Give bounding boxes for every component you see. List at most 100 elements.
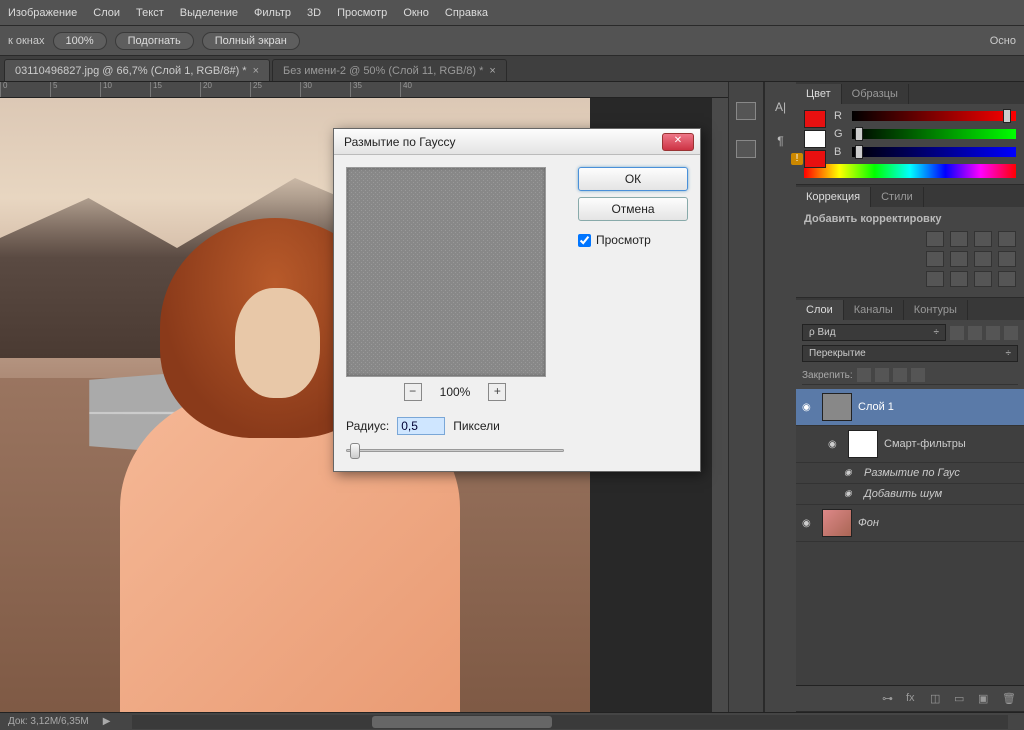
actions-panel-icon[interactable] — [736, 140, 756, 158]
balance-adjustment-icon[interactable] — [974, 251, 992, 267]
collapsed-panel-dock — [728, 82, 764, 712]
character-panel-icon[interactable]: A| — [772, 100, 790, 116]
menu-filter[interactable]: Фильтр — [254, 7, 291, 19]
preview-checkbox-row[interactable]: Просмотр — [578, 233, 688, 247]
menu-image[interactable]: Изображение — [8, 7, 77, 19]
lock-position-icon[interactable] — [893, 368, 907, 382]
layer-thumbnail[interactable] — [822, 393, 852, 421]
g-slider[interactable] — [852, 129, 1016, 139]
menu-3d[interactable]: 3D — [307, 7, 321, 19]
close-tab-icon[interactable]: × — [489, 65, 495, 77]
menu-select[interactable]: Выделение — [180, 7, 238, 19]
zoom-in-button[interactable]: + — [488, 383, 506, 401]
tab-styles[interactable]: Стили — [871, 187, 924, 207]
document-tab-inactive[interactable]: Без имени-2 @ 50% (Слой 11, RGB/8) * × — [272, 59, 507, 81]
radius-input[interactable] — [397, 417, 445, 435]
layer-filter-icon[interactable] — [1004, 326, 1018, 340]
photo-filter-adjustment-icon[interactable] — [926, 271, 944, 287]
zoom-level-button[interactable]: 100% — [53, 32, 107, 50]
smart-filter-item[interactable]: Добавить шум — [796, 484, 1024, 505]
menu-view[interactable]: Просмотр — [337, 7, 387, 19]
layers-footer: ⊶ fx ◫ ▭ ▣ 🗑 — [796, 685, 1024, 711]
options-windows-label: к окнах — [8, 35, 45, 47]
options-bar: к окнах 100% Подогнать Полный экран Осно — [0, 26, 1024, 56]
brightness-adjustment-icon[interactable] — [926, 231, 944, 247]
status-arrow-icon[interactable]: ▶ — [103, 716, 111, 727]
blend-mode-dropdown[interactable]: Перекрытие÷ — [802, 345, 1018, 362]
close-tab-icon[interactable]: × — [253, 65, 259, 77]
lookup-adjustment-icon[interactable] — [974, 271, 992, 287]
layer-filter-icon[interactable] — [950, 326, 964, 340]
visibility-toggle-icon[interactable] — [828, 438, 842, 450]
bw-adjustment-icon[interactable] — [998, 251, 1016, 267]
layer-style-icon[interactable]: fx — [906, 692, 922, 706]
layer-item[interactable]: Слой 1 — [796, 389, 1024, 426]
color-spectrum-bar[interactable] — [804, 164, 1016, 178]
exposure-adjustment-icon[interactable] — [998, 231, 1016, 247]
document-tab-active[interactable]: 03110496827.jpg @ 66,7% (Слой 1, RGB/8#)… — [4, 59, 270, 81]
menu-text[interactable]: Текст — [136, 7, 164, 19]
blur-preview-area[interactable] — [346, 167, 546, 377]
new-group-icon[interactable]: ▭ — [954, 692, 970, 706]
tab-adjustments[interactable]: Коррекция — [796, 187, 871, 207]
new-layer-icon[interactable]: ▣ — [978, 692, 994, 706]
vibrance-adjustment-icon[interactable] — [926, 251, 944, 267]
lock-transparency-icon[interactable] — [857, 368, 871, 382]
b-slider[interactable] — [852, 147, 1016, 157]
layer-item-background[interactable]: Фон — [796, 505, 1024, 542]
dialog-titlebar[interactable]: Размытие по Гауссу ✕ — [334, 129, 700, 155]
tab-paths[interactable]: Контуры — [904, 300, 968, 320]
ruler-tick: 0 — [0, 82, 50, 98]
zoom-out-button[interactable]: − — [404, 383, 422, 401]
invert-adjustment-icon[interactable] — [998, 271, 1016, 287]
background-color-swatch[interactable] — [804, 130, 826, 148]
visibility-toggle-icon[interactable] — [844, 467, 858, 479]
tab-channels[interactable]: Каналы — [844, 300, 904, 320]
menu-help[interactable]: Справка — [445, 7, 488, 19]
layer-name[interactable]: Слой 1 — [858, 401, 894, 413]
filter-mask-thumbnail[interactable] — [848, 430, 878, 458]
paragraph-panel-icon[interactable]: ¶ — [772, 134, 790, 150]
layer-filter-icon[interactable] — [986, 326, 1000, 340]
ruler-tick: 20 — [200, 82, 250, 98]
lock-pixels-icon[interactable] — [875, 368, 889, 382]
dialog-close-button[interactable]: ✕ — [662, 133, 694, 151]
horizontal-scrollbar[interactable] — [132, 715, 1008, 729]
ok-button[interactable]: ОК — [578, 167, 688, 191]
fit-button[interactable]: Подогнать — [115, 32, 194, 50]
lock-all-icon[interactable] — [911, 368, 925, 382]
visibility-toggle-icon[interactable] — [802, 401, 816, 413]
cancel-button[interactable]: Отмена — [578, 197, 688, 221]
visibility-toggle-icon[interactable] — [802, 517, 816, 529]
filter-name: Добавить шум — [864, 488, 942, 500]
preview-checkbox[interactable] — [578, 234, 591, 247]
layer-mask-icon[interactable]: ◫ — [930, 692, 946, 706]
delete-layer-icon[interactable]: 🗑 — [1002, 692, 1018, 706]
fullscreen-button[interactable]: Полный экран — [202, 32, 300, 50]
layer-thumbnail[interactable] — [822, 509, 852, 537]
layers-panel: Слои Каналы Контуры ρ Вид÷ Перекрытие÷ З… — [796, 298, 1024, 712]
layer-filter-icon[interactable] — [968, 326, 982, 340]
link-layers-icon[interactable]: ⊶ — [882, 692, 898, 706]
layer-name[interactable]: Фон — [858, 517, 879, 529]
gamut-warning-swatch[interactable] — [804, 150, 826, 168]
tab-layers[interactable]: Слои — [796, 300, 844, 320]
tab-color[interactable]: Цвет — [796, 84, 842, 104]
r-slider[interactable] — [852, 111, 1016, 121]
smart-filter-item[interactable]: Размытие по Гаус — [796, 463, 1024, 484]
layer-item-smart-filters[interactable]: Смарт-фильтры — [796, 426, 1024, 463]
foreground-color-swatch[interactable] — [804, 110, 826, 128]
tab-swatches[interactable]: Образцы — [842, 84, 909, 104]
channel-mixer-adjustment-icon[interactable] — [950, 271, 968, 287]
vertical-scrollbar[interactable] — [712, 98, 728, 712]
levels-adjustment-icon[interactable] — [950, 231, 968, 247]
radius-slider[interactable] — [346, 443, 564, 459]
menu-window[interactable]: Окно — [403, 7, 429, 19]
layer-filter-dropdown[interactable]: ρ Вид÷ — [802, 324, 946, 341]
hue-adjustment-icon[interactable] — [950, 251, 968, 267]
ruler-tick: 35 — [350, 82, 400, 98]
curves-adjustment-icon[interactable] — [974, 231, 992, 247]
history-panel-icon[interactable] — [736, 102, 756, 120]
visibility-toggle-icon[interactable] — [844, 488, 858, 500]
menu-layers[interactable]: Слои — [93, 7, 120, 19]
